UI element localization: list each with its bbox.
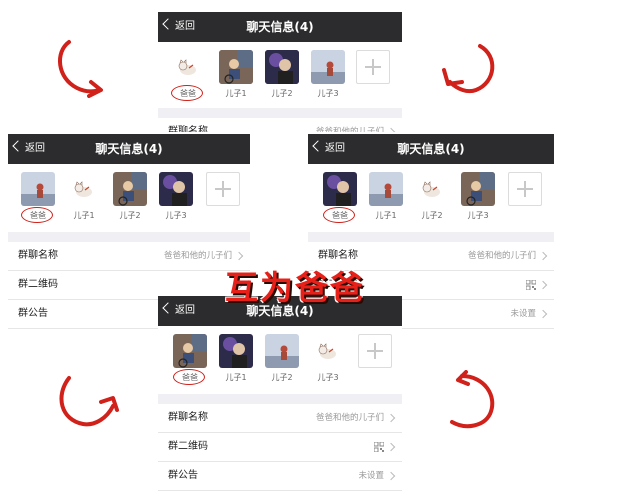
chat-info-panel-top: 返回 聊天信息(4) 爸爸 儿子1 儿子2 儿子3 群聊名称 爸爸和他的儿子们 xyxy=(158,12,402,132)
add-member-button[interactable] xyxy=(508,172,542,206)
figure-avatar-icon xyxy=(311,50,345,84)
cat-avatar-icon xyxy=(415,172,449,206)
group-name-row[interactable]: 群聊名称 爸爸和他的儿子们 xyxy=(158,404,402,433)
member-son2[interactable]: 儿子2 xyxy=(262,334,302,383)
chevron-right-icon xyxy=(538,251,548,261)
cat-avatar-icon xyxy=(311,334,345,368)
group-qr-label: 群二维码 xyxy=(168,441,208,452)
page-title: 聊天信息(4) xyxy=(95,142,163,156)
group-qr-row[interactable]: 群二维码 xyxy=(158,433,402,462)
chevron-right-icon xyxy=(234,251,244,261)
chevron-right-icon xyxy=(538,309,548,319)
bike-rider-avatar-icon xyxy=(461,172,495,206)
highlight-circle xyxy=(171,85,203,101)
curved-arrow-icon-top-right xyxy=(442,44,495,94)
curved-arrow-icon-bottom-right xyxy=(450,370,495,429)
member-son2[interactable]: 儿子2 xyxy=(110,172,150,221)
chevron-right-icon xyxy=(386,471,396,481)
photo-avatar-icon xyxy=(265,50,299,84)
section-separator xyxy=(158,108,402,118)
highlight-circle xyxy=(323,207,355,223)
page-title: 聊天信息(4) xyxy=(397,142,465,156)
group-name-label: 群聊名称 xyxy=(18,250,58,261)
member-dad[interactable]: 爸爸 xyxy=(18,172,58,223)
member-son3[interactable]: 儿子3 xyxy=(156,172,196,221)
group-qr-label: 群二维码 xyxy=(18,279,58,290)
member-son1[interactable]: 儿子1 xyxy=(216,334,256,383)
member-son2[interactable]: 儿子2 xyxy=(262,50,302,99)
group-notice-value: 未设置 xyxy=(510,309,536,319)
add-member-button[interactable] xyxy=(206,172,240,206)
bike-rider-avatar-icon xyxy=(173,334,207,368)
chevron-right-icon xyxy=(386,413,396,423)
group-notice-row[interactable]: 群公告 未设置 xyxy=(158,462,402,491)
add-member-button[interactable] xyxy=(356,50,390,84)
group-name-label: 群聊名称 xyxy=(168,412,208,423)
banner-caption: 互为爸爸 xyxy=(225,268,365,307)
chevron-right-icon xyxy=(386,127,396,132)
member-list: 爸爸 儿子1 儿子2 儿子3 xyxy=(158,334,402,398)
member-son2[interactable]: 儿子2 xyxy=(412,172,452,221)
highlight-circle xyxy=(173,369,205,385)
member-dad[interactable]: 爸爸 xyxy=(320,172,360,223)
page-title: 聊天信息(4) xyxy=(246,20,314,34)
member-dad[interactable]: 爸爸 xyxy=(168,50,208,101)
group-name-value: 爸爸和他的儿子们 xyxy=(315,413,384,423)
member-list: 爸爸 儿子1 儿子2 儿子3 xyxy=(8,172,250,236)
header-bar: 返回 聊天信息(4) xyxy=(8,134,250,164)
photo-avatar-icon xyxy=(159,172,193,206)
member-list: 爸爸 儿子1 儿子2 儿子3 xyxy=(158,50,402,114)
photo-avatar-icon xyxy=(323,172,357,206)
member-son3[interactable]: 儿子3 xyxy=(458,172,498,221)
section-separator xyxy=(158,394,402,404)
member-son3[interactable]: 儿子3 xyxy=(308,50,348,99)
curved-arrow-icon-bottom-left xyxy=(59,376,119,427)
add-member-button[interactable] xyxy=(358,334,392,368)
figure-avatar-icon xyxy=(21,172,55,206)
qr-code-icon xyxy=(374,442,384,452)
group-notice-label: 群公告 xyxy=(168,470,198,481)
member-son1[interactable]: 儿子1 xyxy=(366,172,406,221)
figure-avatar-icon xyxy=(265,334,299,368)
bike-rider-avatar-icon xyxy=(113,172,147,206)
member-son1[interactable]: 儿子1 xyxy=(64,172,104,221)
member-dad[interactable]: 爸爸 xyxy=(170,334,210,385)
member-list: 爸爸 儿子1 儿子2 儿子3 xyxy=(308,172,554,236)
group-name-label: 群聊名称 xyxy=(168,126,208,132)
group-name-value: 爸爸和他的儿子们 xyxy=(315,127,384,132)
cat-avatar-icon xyxy=(67,172,101,206)
header-bar: 返回 聊天信息(4) xyxy=(158,12,402,42)
section-separator xyxy=(308,232,554,242)
member-son3[interactable]: 儿子3 xyxy=(308,334,348,383)
group-notice-value: 未设置 xyxy=(358,471,384,481)
figure-avatar-icon xyxy=(369,172,403,206)
header-bar: 返回 聊天信息(4) xyxy=(308,134,554,164)
section-separator xyxy=(8,232,250,242)
highlight-circle xyxy=(21,207,53,223)
chevron-right-icon xyxy=(538,280,548,290)
chat-info-panel-bottom: 返回 聊天信息(4) 爸爸 儿子1 儿子2 儿子3 群聊名称 爸爸和他的儿子们 … xyxy=(158,296,402,492)
group-notice-label: 群公告 xyxy=(18,308,48,319)
group-name-row[interactable]: 群聊名称 爸爸和他的儿子们 xyxy=(158,118,402,132)
group-name-value: 爸爸和他的儿子们 xyxy=(467,251,536,261)
curved-arrow-icon-top-left xyxy=(57,40,103,98)
member-son1[interactable]: 儿子1 xyxy=(216,50,256,99)
chevron-right-icon xyxy=(386,442,396,452)
bike-rider-avatar-icon xyxy=(219,50,253,84)
cat-avatar-icon xyxy=(171,50,205,84)
qr-code-icon xyxy=(526,280,536,290)
photo-avatar-icon xyxy=(219,334,253,368)
